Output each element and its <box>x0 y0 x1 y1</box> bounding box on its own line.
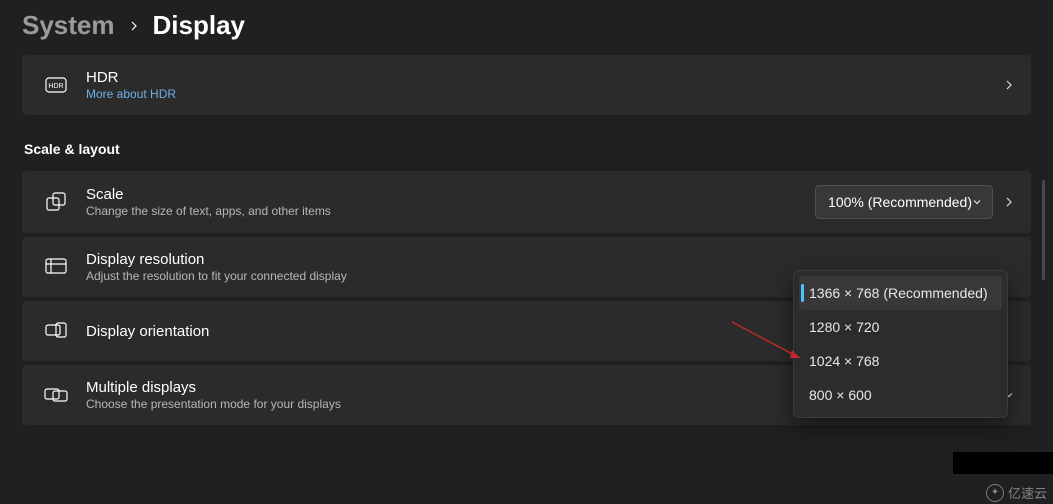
orientation-title: Display orientation <box>86 323 825 340</box>
globe-icon: ✦ <box>986 484 1004 502</box>
orientation-icon <box>38 322 74 340</box>
scrollbar-thumb[interactable] <box>1042 180 1045 280</box>
scale-subtitle: Change the size of text, apps, and other… <box>86 204 815 218</box>
decorative-bar <box>953 452 1053 474</box>
resolution-option[interactable]: 1280 × 720 <box>799 310 1002 344</box>
resolution-title: Display resolution <box>86 251 825 268</box>
breadcrumb-current: Display <box>153 10 246 41</box>
multiple-displays-icon <box>38 386 74 404</box>
scale-select-value: 100% (Recommended) <box>828 194 972 210</box>
resolution-option[interactable]: 1024 × 768 <box>799 344 1002 378</box>
chevron-down-icon <box>972 197 982 207</box>
svg-text:HDR: HDR <box>48 83 63 90</box>
scale-title: Scale <box>86 186 815 203</box>
breadcrumb-parent[interactable]: System <box>22 10 115 41</box>
chevron-right-icon <box>129 18 139 34</box>
resolution-subtitle: Adjust the resolution to fit your connec… <box>86 269 825 283</box>
chevron-right-icon <box>1003 79 1015 91</box>
scale-icon <box>38 191 74 213</box>
scale-row[interactable]: Scale Change the size of text, apps, and… <box>22 171 1031 233</box>
resolution-option[interactable]: 1366 × 768 (Recommended) <box>799 276 1002 310</box>
hdr-row[interactable]: HDR HDR More about HDR <box>22 55 1031 115</box>
hdr-title: HDR <box>86 69 1003 86</box>
breadcrumb: System Display <box>0 0 1053 55</box>
resolution-dropdown[interactable]: 1366 × 768 (Recommended) 1280 × 720 1024… <box>793 270 1008 418</box>
scale-select[interactable]: 100% (Recommended) <box>815 185 993 219</box>
section-header-scale-layout: Scale & layout <box>22 119 1031 171</box>
watermark-text: 亿速云 <box>1008 483 1047 502</box>
resolution-icon <box>38 258 74 276</box>
chevron-right-icon <box>1003 196 1015 208</box>
resolution-option[interactable]: 800 × 600 <box>799 378 1002 412</box>
hdr-icon: HDR <box>38 77 74 93</box>
watermark: ✦ 亿速云 <box>986 483 1047 502</box>
hdr-more-link[interactable]: More about HDR <box>86 87 1003 101</box>
